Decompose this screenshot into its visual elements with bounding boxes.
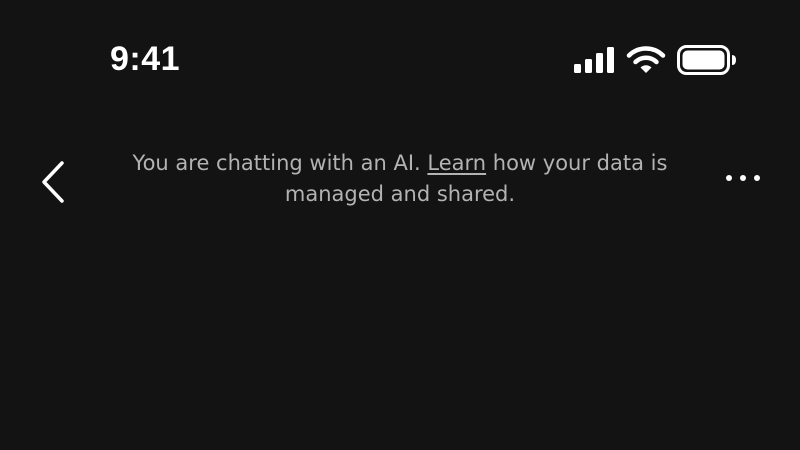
back-button[interactable] [32, 156, 76, 208]
ai-disclaimer: You are chatting with an AI. Learn how y… [120, 148, 680, 210]
status-bar: 9:41 [0, 0, 800, 110]
battery-icon [677, 45, 736, 75]
more-options-button[interactable] [716, 160, 770, 196]
disclaimer-text-start: You are chatting with an AI. [132, 151, 428, 175]
status-icons [570, 42, 740, 78]
chat-header: You are chatting with an AI. Learn how y… [0, 130, 800, 230]
chevron-left-icon [42, 161, 64, 203]
status-time: 9:41 [110, 40, 181, 78]
learn-link[interactable]: Learn [427, 151, 486, 175]
wifi-icon [626, 46, 666, 73]
cellular-signal-icon [574, 47, 614, 73]
